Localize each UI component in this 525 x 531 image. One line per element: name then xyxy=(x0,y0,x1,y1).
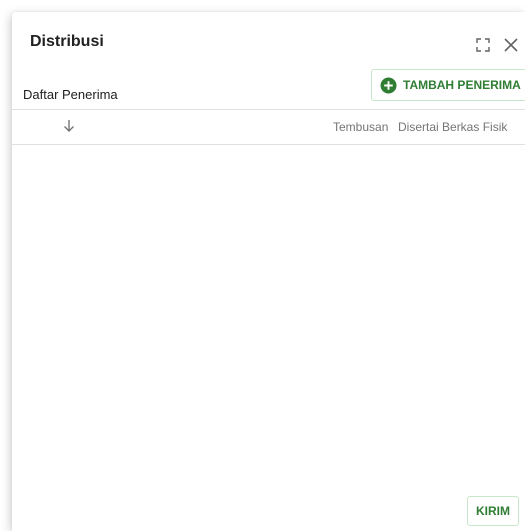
send-button[interactable]: KIRIM xyxy=(467,496,519,526)
distribution-dialog: Distribusi Daftar Penerima TAMBAH PENERI… xyxy=(12,12,525,531)
recipients-label: Daftar Penerima xyxy=(23,87,118,102)
close-icon[interactable] xyxy=(502,36,520,54)
column-header-tembusan[interactable]: Tembusan xyxy=(333,120,388,134)
dialog-header: Distribusi xyxy=(12,12,525,74)
recipients-table-header: Tembusan Disertai Berkas Fisik xyxy=(12,109,525,145)
recipients-table-body xyxy=(12,144,525,484)
add-recipient-label: TAMBAH PENERIMA xyxy=(403,78,521,92)
dialog-title: Distribusi xyxy=(30,33,104,50)
add-recipient-button[interactable]: TAMBAH PENERIMA xyxy=(371,69,525,101)
fullscreen-icon[interactable] xyxy=(474,36,492,54)
plus-circle-icon xyxy=(380,76,397,94)
arrow-down-icon[interactable] xyxy=(62,119,76,133)
column-header-berkas-fisik[interactable]: Disertai Berkas Fisik xyxy=(398,120,507,134)
